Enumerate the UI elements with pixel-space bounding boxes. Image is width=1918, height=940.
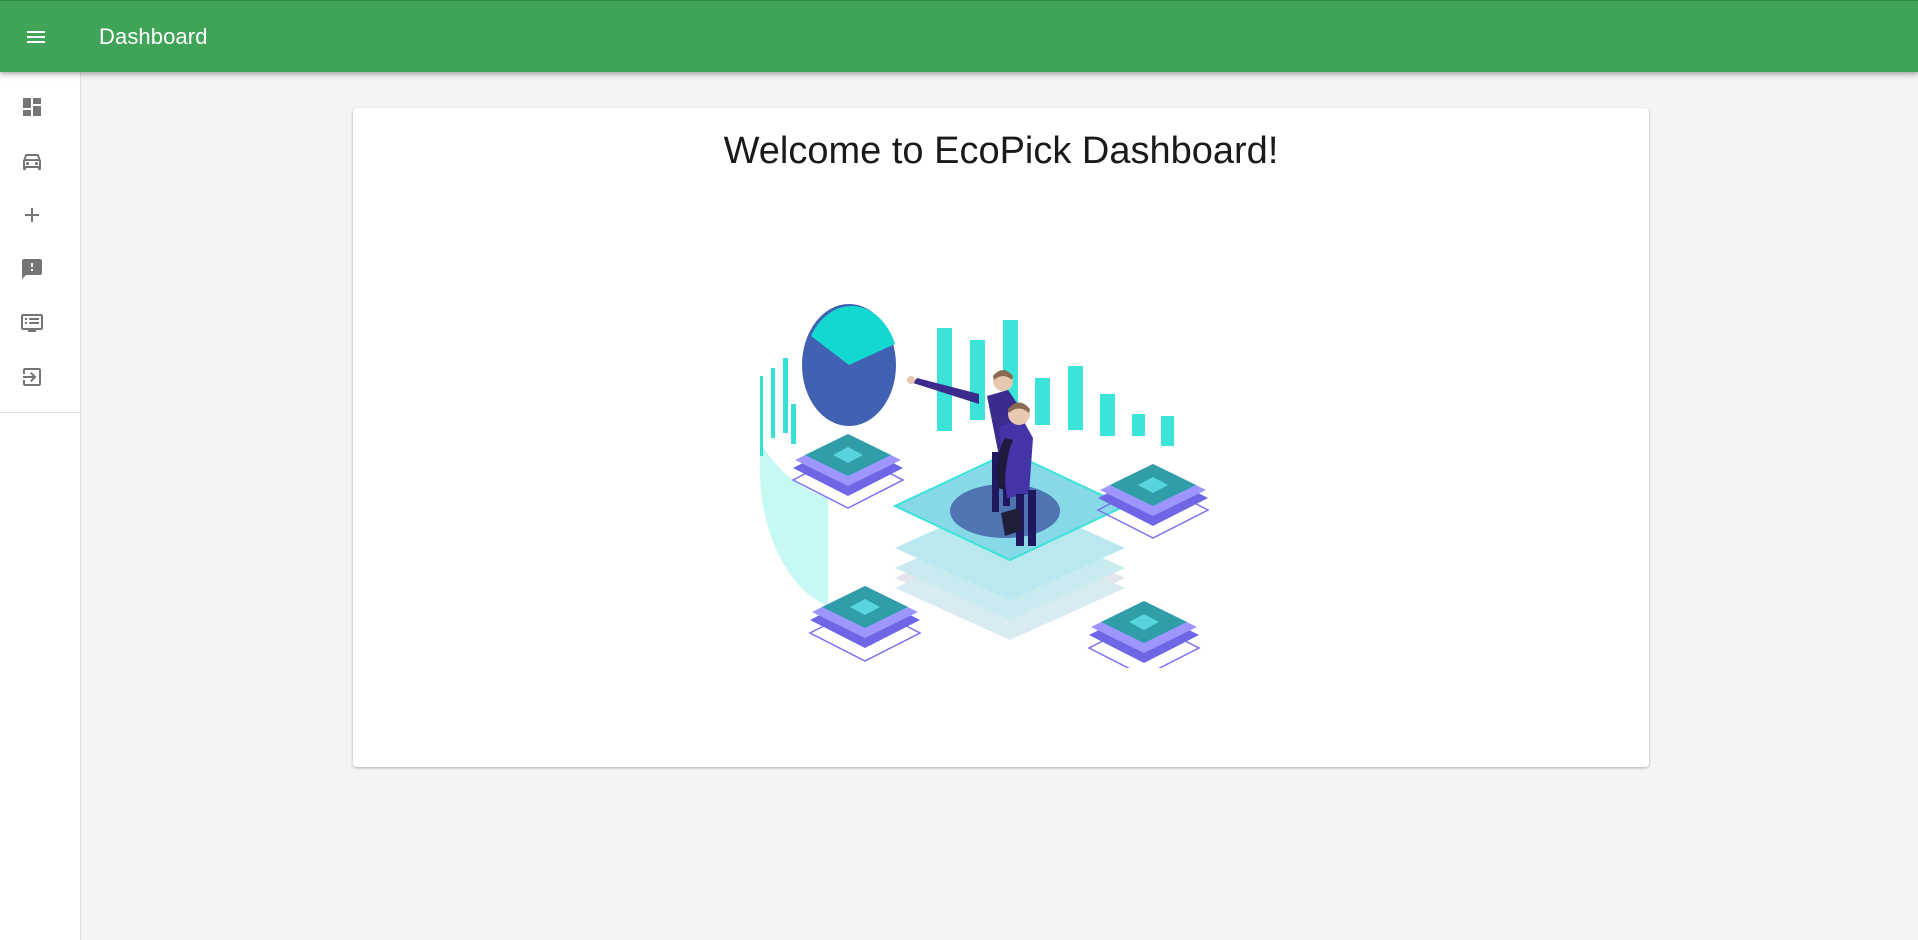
sidebar: [0, 72, 81, 940]
list-icon: [21, 314, 43, 332]
menu-icon: [27, 30, 45, 43]
logout-icon: [23, 368, 41, 386]
sidebar-item-add[interactable]: [0, 188, 80, 242]
page-title: Welcome to EcoPick Dashboard!: [723, 130, 1279, 172]
dashboard-icon: [23, 98, 41, 116]
sidebar-list: [0, 72, 80, 413]
chip-top-right: [1096, 464, 1210, 539]
sidebar-item-vehicles[interactable]: [0, 134, 80, 188]
chip-bottom-right: [1087, 601, 1201, 668]
menu-button[interactable]: [0, 1, 72, 73]
add-icon: [25, 208, 39, 222]
business-analytics-illustration: [759, 304, 1210, 668]
app-title: Dashboard: [99, 23, 208, 49]
feedback-icon: [22, 259, 42, 279]
sidebar-item-logout[interactable]: [0, 350, 80, 404]
sidebar-item-dashboard[interactable]: [0, 80, 80, 134]
app-bar: Dashboard: [0, 0, 1918, 72]
sidebar-item-list[interactable]: [0, 296, 80, 350]
car-icon: [23, 154, 41, 170]
sidebar-item-feedback[interactable]: [0, 242, 80, 296]
welcome-card: Welcome to EcoPick Dashboard!: [353, 108, 1649, 767]
